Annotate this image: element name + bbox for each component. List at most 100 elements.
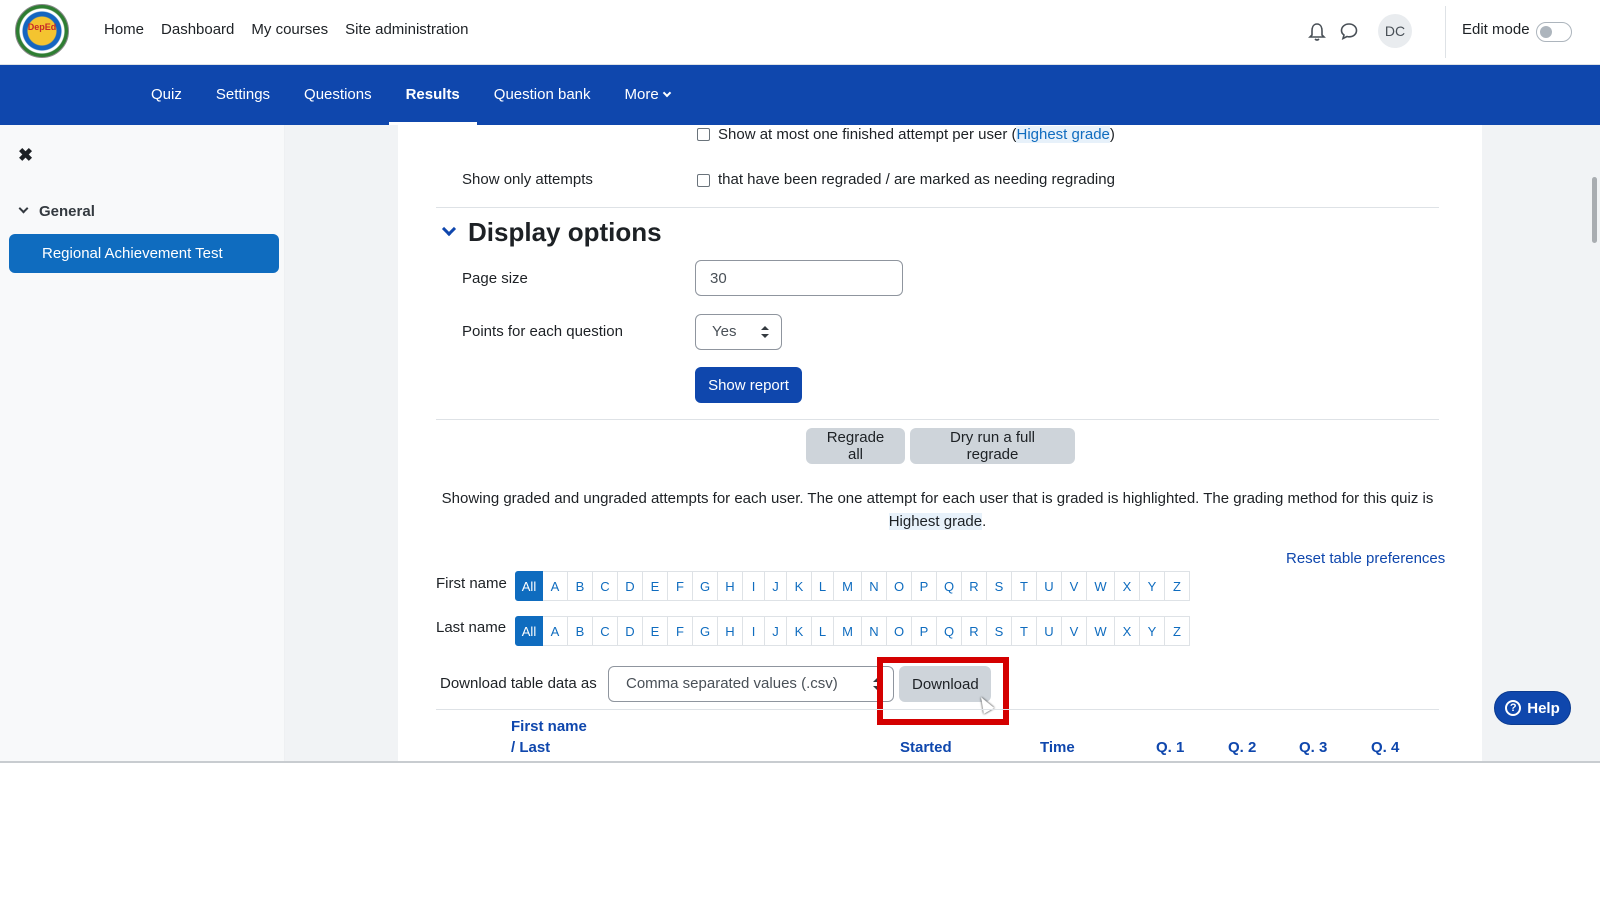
column-started[interactable]: Started [900, 739, 952, 756]
show-report-button[interactable]: Show report [695, 367, 802, 403]
last-name-initial-r[interactable]: R [962, 616, 987, 646]
first-name-initial-y[interactable]: Y [1140, 571, 1165, 601]
highest-grade-link[interactable]: Highest grade [1016, 126, 1110, 143]
last-name-initial-i[interactable]: I [743, 616, 765, 646]
tab-questions[interactable]: Questions [287, 65, 389, 125]
first-name-initial-all[interactable]: All [515, 571, 543, 601]
last-name-initial-l[interactable]: L [812, 616, 834, 646]
drawer-item-regional-achievement-test[interactable]: Regional Achievement Test [9, 234, 279, 273]
last-name-initial-z[interactable]: Z [1165, 616, 1190, 646]
scrollbar-thumb[interactable] [1592, 177, 1597, 243]
last-name-initial-s[interactable]: S [987, 616, 1012, 646]
nav-my-courses[interactable]: My courses [251, 21, 328, 38]
one-attempt-checkbox[interactable] [697, 128, 710, 141]
first-name-initial-r[interactable]: R [962, 571, 987, 601]
first-name-initial-h[interactable]: H [718, 571, 743, 601]
first-name-initial-b[interactable]: B [568, 571, 593, 601]
first-name-initial-u[interactable]: U [1037, 571, 1062, 601]
regrade-all-button[interactable]: Regrade all [806, 428, 905, 464]
first-name-initial-k[interactable]: K [787, 571, 812, 601]
bell-icon[interactable] [1308, 22, 1326, 42]
first-name-initial-t[interactable]: T [1012, 571, 1037, 601]
first-name-initial-o[interactable]: O [887, 571, 912, 601]
first-name-initial-g[interactable]: G [693, 571, 718, 601]
first-name-initial-a[interactable]: A [543, 571, 568, 601]
tab-results[interactable]: Results [388, 65, 477, 125]
user-avatar[interactable]: DC [1378, 14, 1412, 48]
grading-method-link[interactable]: Highest grade [888, 513, 983, 530]
nav-home[interactable]: Home [104, 21, 144, 38]
page-size-input[interactable] [695, 260, 903, 296]
tab-settings[interactable]: Settings [199, 65, 287, 125]
first-name-initial-m[interactable]: M [834, 571, 862, 601]
first-name-initial-i[interactable]: I [743, 571, 765, 601]
regraded-checkbox[interactable] [697, 174, 710, 187]
close-drawer-icon[interactable]: ✖ [18, 145, 33, 166]
first-name-initial-q[interactable]: Q [937, 571, 962, 601]
last-name-initial-o[interactable]: O [887, 616, 912, 646]
last-name-initial-w[interactable]: W [1087, 616, 1115, 646]
primary-navigation: Home Dashboard My courses Site administr… [104, 21, 469, 38]
first-name-initial-p[interactable]: P [912, 571, 937, 601]
page-scrollbar[interactable] [1590, 125, 1600, 762]
one-attempt-label: Show at most one finished attempt per us… [718, 126, 1115, 143]
first-name-initial-j[interactable]: J [765, 571, 787, 601]
tab-more[interactable]: More [608, 65, 687, 125]
last-name-initial-q[interactable]: Q [937, 616, 962, 646]
first-name-initial-v[interactable]: V [1062, 571, 1087, 601]
last-name-initial-t[interactable]: T [1012, 616, 1037, 646]
last-name-initial-b[interactable]: B [568, 616, 593, 646]
last-name-initial-g[interactable]: G [693, 616, 718, 646]
column-first-name[interactable]: First name [511, 718, 587, 735]
first-name-initial-x[interactable]: X [1115, 571, 1140, 601]
first-name-initial-c[interactable]: C [593, 571, 618, 601]
column-q3[interactable]: Q. 3 [1299, 739, 1327, 756]
last-name-initial-c[interactable]: C [593, 616, 618, 646]
last-name-initial-n[interactable]: N [862, 616, 887, 646]
last-name-initial-e[interactable]: E [643, 616, 668, 646]
tab-more-label: More [624, 86, 659, 103]
first-name-initial-n[interactable]: N [862, 571, 887, 601]
display-options-header[interactable]: Display options [441, 217, 662, 248]
last-name-initial-m[interactable]: M [834, 616, 862, 646]
column-q2[interactable]: Q. 2 [1228, 739, 1256, 756]
tab-question-bank[interactable]: Question bank [477, 65, 608, 125]
edit-mode-label: Edit mode [1462, 21, 1530, 38]
first-name-initial-e[interactable]: E [643, 571, 668, 601]
first-name-initial-s[interactable]: S [987, 571, 1012, 601]
first-name-initial-z[interactable]: Z [1165, 571, 1190, 601]
tab-quiz[interactable]: Quiz [134, 65, 199, 125]
last-name-initial-f[interactable]: F [668, 616, 693, 646]
first-name-initial-l[interactable]: L [812, 571, 834, 601]
last-name-initial-d[interactable]: D [618, 616, 643, 646]
points-select[interactable]: Yes [695, 314, 782, 350]
drawer-section-general[interactable]: General [18, 203, 95, 220]
column-q4[interactable]: Q. 4 [1371, 739, 1399, 756]
last-name-initial-y[interactable]: Y [1140, 616, 1165, 646]
first-name-initial-d[interactable]: D [618, 571, 643, 601]
reset-table-preferences-link[interactable]: Reset table preferences [1286, 550, 1445, 567]
download-format-select[interactable]: Comma separated values (.csv) [608, 666, 894, 702]
nav-site-administration[interactable]: Site administration [345, 21, 468, 38]
chevron-down-icon [441, 221, 457, 236]
last-name-initial-j[interactable]: J [765, 616, 787, 646]
first-name-initial-w[interactable]: W [1087, 571, 1115, 601]
points-label: Points for each question [462, 323, 623, 340]
last-name-initial-a[interactable]: A [543, 616, 568, 646]
column-time[interactable]: Time [1040, 739, 1075, 756]
column-q1[interactable]: Q. 1 [1156, 739, 1184, 756]
first-name-initial-f[interactable]: F [668, 571, 693, 601]
edit-mode-toggle[interactable] [1536, 22, 1572, 42]
dry-run-regrade-button[interactable]: Dry run a full regrade [910, 428, 1075, 464]
help-button[interactable]: ? Help [1494, 691, 1571, 725]
last-name-initial-u[interactable]: U [1037, 616, 1062, 646]
last-name-initial-p[interactable]: P [912, 616, 937, 646]
last-name-initial-x[interactable]: X [1115, 616, 1140, 646]
last-name-initial-h[interactable]: H [718, 616, 743, 646]
last-name-initial-k[interactable]: K [787, 616, 812, 646]
last-name-initial-v[interactable]: V [1062, 616, 1087, 646]
nav-dashboard[interactable]: Dashboard [161, 21, 234, 38]
last-name-initial-all[interactable]: All [515, 616, 543, 646]
column-last-name[interactable]: / Last [511, 739, 550, 756]
messages-icon[interactable] [1340, 22, 1358, 40]
